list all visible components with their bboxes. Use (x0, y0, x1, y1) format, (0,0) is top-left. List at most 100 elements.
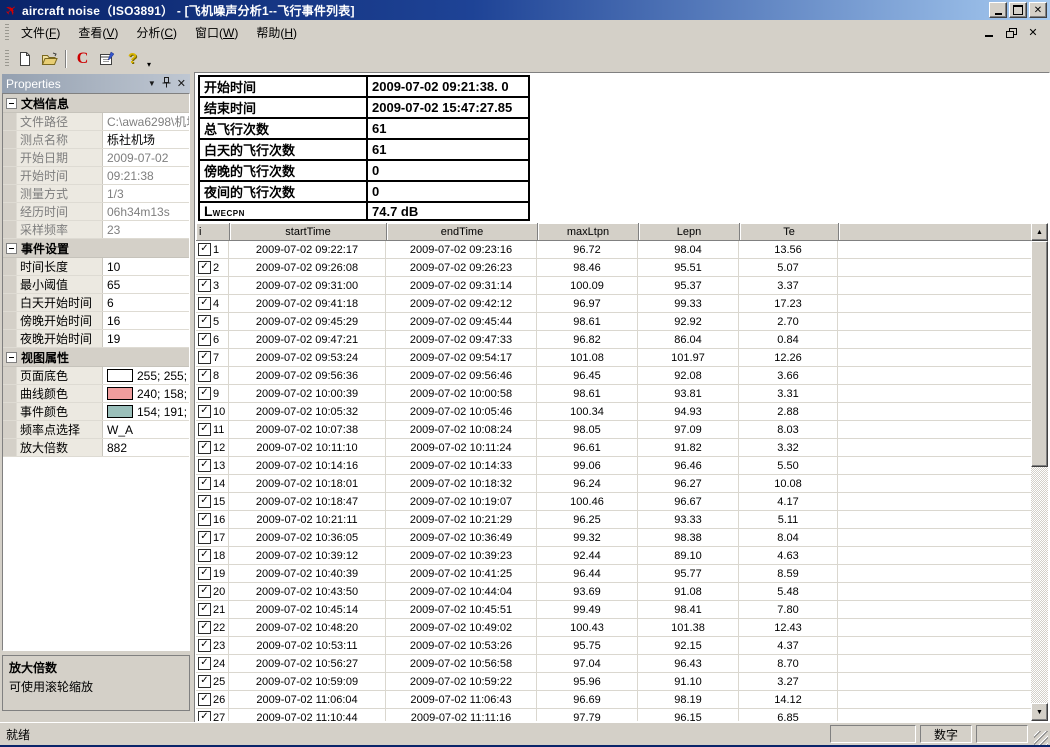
column-header-te[interactable]: Te (740, 223, 839, 241)
row-checkbox[interactable]: ✓ (198, 261, 211, 274)
table-row[interactable]: ✓242009-07-02 10:56:272009-07-02 10:56:5… (196, 655, 1031, 673)
table-row[interactable]: ✓222009-07-02 10:48:202009-07-02 10:49:0… (196, 619, 1031, 637)
mdi-minimize-button[interactable] (982, 26, 996, 39)
property-section-header[interactable]: 文档信息 (3, 94, 189, 113)
row-checkbox[interactable]: ✓ (198, 585, 211, 598)
menubar-grip[interactable] (5, 24, 9, 42)
table-row[interactable]: ✓62009-07-02 09:47:212009-07-02 09:47:33… (196, 331, 1031, 349)
property-value[interactable]: 255; 255; 25 (103, 367, 189, 384)
row-checkbox[interactable]: ✓ (198, 657, 211, 670)
table-row[interactable]: ✓172009-07-02 10:36:052009-07-02 10:36:4… (196, 529, 1031, 547)
open-file-button[interactable] (38, 48, 61, 70)
property-value[interactable]: 09:21:38 (103, 167, 189, 184)
row-checkbox[interactable]: ✓ (198, 675, 211, 688)
vertical-scrollbar[interactable]: ▲ ▼ (1031, 223, 1048, 721)
pin-icon[interactable] (162, 77, 171, 91)
row-checkbox[interactable]: ✓ (198, 567, 211, 580)
property-value[interactable]: 06h34m13s (103, 203, 189, 220)
title-bar[interactable]: ✈ aircraft noise（ISO3891） - [飞机噪声分析1--飞行… (0, 0, 1050, 20)
mdi-close-button[interactable]: ✕ (1026, 26, 1040, 39)
column-header-lepn[interactable]: Lepn (639, 223, 740, 241)
row-checkbox[interactable]: ✓ (198, 477, 211, 490)
row-checkbox[interactable]: ✓ (198, 603, 211, 616)
close-button[interactable]: ✕ (1029, 2, 1047, 18)
property-value[interactable]: 16 (103, 312, 189, 329)
row-checkbox[interactable]: ✓ (198, 405, 211, 418)
toolbar-overflow-icon[interactable]: ▾ (147, 60, 151, 72)
property-value[interactable]: C:\awa6298\机场 (103, 113, 189, 130)
row-checkbox[interactable]: ✓ (198, 495, 211, 508)
row-checkbox[interactable]: ✓ (198, 639, 211, 652)
row-checkbox[interactable]: ✓ (198, 621, 211, 634)
properties-button[interactable] (96, 48, 119, 70)
table-row[interactable]: ✓42009-07-02 09:41:182009-07-02 09:42:12… (196, 295, 1031, 313)
row-checkbox[interactable]: ✓ (198, 549, 211, 562)
table-row[interactable]: ✓262009-07-02 11:06:042009-07-02 11:06:4… (196, 691, 1031, 709)
row-checkbox[interactable]: ✓ (198, 513, 211, 526)
row-checkbox[interactable]: ✓ (198, 423, 211, 436)
property-value[interactable]: 23 (103, 221, 189, 238)
property-value[interactable]: 882 (103, 439, 189, 456)
row-checkbox[interactable]: ✓ (198, 369, 211, 382)
menu-item-h[interactable]: 帮助(H) (247, 21, 306, 44)
record-c-button[interactable]: C (71, 48, 94, 70)
property-value[interactable]: 2009-07-02 (103, 149, 189, 166)
panel-close-icon[interactable]: ✕ (177, 79, 186, 89)
help-button[interactable]: ? (121, 48, 144, 70)
resize-grip[interactable] (1034, 731, 1048, 745)
column-header-max[interactable]: maxLtpn (538, 223, 639, 241)
maximize-button[interactable] (1009, 2, 1027, 18)
collapse-icon[interactable] (6, 98, 17, 109)
scroll-down-button[interactable]: ▼ (1031, 703, 1048, 721)
row-checkbox[interactable]: ✓ (198, 387, 211, 400)
menu-item-w[interactable]: 窗口(W) (186, 21, 247, 44)
collapse-icon[interactable] (6, 352, 17, 363)
property-value[interactable]: 240; 158; 15 (103, 385, 189, 402)
table-row[interactable]: ✓122009-07-02 10:11:102009-07-02 10:11:2… (196, 439, 1031, 457)
collapse-icon[interactable] (6, 243, 17, 254)
row-checkbox[interactable]: ✓ (198, 351, 211, 364)
table-row[interactable]: ✓162009-07-02 10:21:112009-07-02 10:21:2… (196, 511, 1031, 529)
menu-item-f[interactable]: 文件(F) (12, 21, 69, 44)
table-row[interactable]: ✓72009-07-02 09:53:242009-07-02 09:54:17… (196, 349, 1031, 367)
table-row[interactable]: ✓92009-07-02 10:00:392009-07-02 10:00:58… (196, 385, 1031, 403)
property-value[interactable]: 19 (103, 330, 189, 347)
minimize-button[interactable] (989, 2, 1007, 18)
new-document-button[interactable] (13, 48, 36, 70)
table-row[interactable]: ✓272009-07-02 11:10:442009-07-02 11:11:1… (196, 709, 1031, 721)
column-header-end[interactable]: endTime (387, 223, 538, 241)
column-header-i[interactable]: i (196, 223, 230, 241)
table-row[interactable]: ✓32009-07-02 09:31:002009-07-02 09:31:14… (196, 277, 1031, 295)
row-checkbox[interactable]: ✓ (198, 333, 211, 346)
table-row[interactable]: ✓212009-07-02 10:45:142009-07-02 10:45:5… (196, 601, 1031, 619)
menu-item-v[interactable]: 查看(V) (69, 21, 127, 44)
table-row[interactable]: ✓192009-07-02 10:40:392009-07-02 10:41:2… (196, 565, 1031, 583)
table-row[interactable]: ✓132009-07-02 10:14:162009-07-02 10:14:3… (196, 457, 1031, 475)
mdi-restore-button[interactable] (1004, 26, 1018, 39)
property-section-header[interactable]: 视图属性 (3, 348, 189, 367)
table-row[interactable]: ✓22009-07-02 09:26:082009-07-02 09:26:23… (196, 259, 1031, 277)
row-checkbox[interactable]: ✓ (198, 243, 211, 256)
property-value[interactable]: 10 (103, 258, 189, 275)
property-value[interactable]: 154; 191; 18 (103, 403, 189, 420)
row-checkbox[interactable]: ✓ (198, 693, 211, 706)
scrollbar-thumb[interactable] (1031, 241, 1048, 467)
table-row[interactable]: ✓102009-07-02 10:05:322009-07-02 10:05:4… (196, 403, 1031, 421)
row-checkbox[interactable]: ✓ (198, 441, 211, 454)
table-row[interactable]: ✓52009-07-02 09:45:292009-07-02 09:45:44… (196, 313, 1031, 331)
toolbar-grip[interactable] (5, 50, 9, 68)
property-value[interactable]: 6 (103, 294, 189, 311)
column-header-start[interactable]: startTime (230, 223, 387, 241)
property-value[interactable]: 65 (103, 276, 189, 293)
table-row[interactable]: ✓232009-07-02 10:53:112009-07-02 10:53:2… (196, 637, 1031, 655)
table-row[interactable]: ✓112009-07-02 10:07:382009-07-02 10:08:2… (196, 421, 1031, 439)
row-checkbox[interactable]: ✓ (198, 711, 211, 721)
table-row[interactable]: ✓82009-07-02 09:56:362009-07-02 09:56:46… (196, 367, 1031, 385)
row-checkbox[interactable]: ✓ (198, 315, 211, 328)
table-row[interactable]: ✓152009-07-02 10:18:472009-07-02 10:19:0… (196, 493, 1031, 511)
column-header-fill[interactable] (839, 223, 1031, 241)
row-checkbox[interactable]: ✓ (198, 279, 211, 292)
property-section-header[interactable]: 事件设置 (3, 239, 189, 258)
table-row[interactable]: ✓182009-07-02 10:39:122009-07-02 10:39:2… (196, 547, 1031, 565)
scroll-up-button[interactable]: ▲ (1031, 223, 1048, 241)
